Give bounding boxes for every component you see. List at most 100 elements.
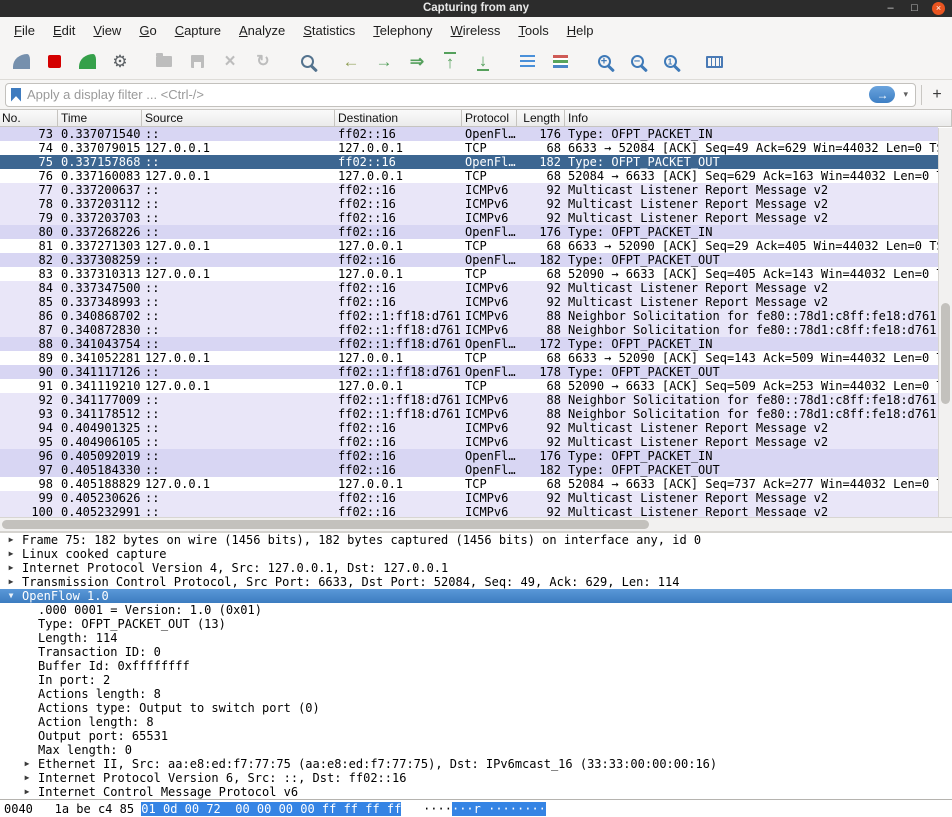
packet-row-77[interactable]: 77 0.337200637:: ff02::16 ICMPv6 92 Multicast… xyxy=(0,183,938,197)
packet-row-85[interactable]: 85 0.337348993:: ff02::16 ICMPv6 92 Multicast… xyxy=(0,295,938,309)
packet-row-94[interactable]: 94 0.404901325:: ff02::16 ICMPv6 92 Multicast… xyxy=(0,421,938,435)
expand-icon[interactable]: ▶ xyxy=(5,533,17,547)
detail-row[interactable]: Actions type: Output to switch port (0) xyxy=(0,701,952,715)
packet-row-76[interactable]: 76 0.337160083 127.0.0.1 127.0.0.1 TCP 68 5208… xyxy=(0,169,938,183)
packet-row-75[interactable]: 75 0.337157868:: ff02::16 OpenFl… 182 Type: O… xyxy=(0,155,938,169)
detail-row[interactable]: ▼ OpenFlow 1.0 xyxy=(0,589,952,603)
find-packet-button[interactable] xyxy=(292,48,322,76)
packet-row-78[interactable]: 78 0.337203112:: ff02::16 ICMPv6 92 Multicast… xyxy=(0,197,938,211)
detail-row[interactable]: ▶ Transmission Control Protocol, Src Port… xyxy=(0,575,952,589)
menu-tools[interactable]: Tools xyxy=(509,18,557,44)
packet-row-96[interactable]: 96 0.405092019:: ff02::16 OpenFl… 176 Type: O… xyxy=(0,449,938,463)
resize-columns-button[interactable] xyxy=(699,48,729,76)
column-header-no[interactable]: No. xyxy=(0,110,58,126)
bookmark-icon[interactable] xyxy=(11,87,21,102)
detail-row[interactable]: ▶ Frame 75: 182 bytes on wire (1456 bits)… xyxy=(0,533,952,547)
go-to-top-button[interactable] xyxy=(435,48,465,76)
packet-row-83[interactable]: 83 0.337310313 127.0.0.1 127.0.0.1 TCP 68 5209… xyxy=(0,267,938,281)
packet-row-98[interactable]: 98 0.405188829 127.0.0.1 127.0.0.1 TCP 68 5208… xyxy=(0,477,938,491)
zoom-original-button[interactable] xyxy=(655,48,685,76)
packet-row-91[interactable]: 91 0.341119210 127.0.0.1 127.0.0.1 TCP 68 5209… xyxy=(0,379,938,393)
column-header-length[interactable]: Length xyxy=(517,110,565,126)
packet-row-99[interactable]: 99 0.405230626:: ff02::16 ICMPv6 92 Multicast… xyxy=(0,491,938,505)
detail-row[interactable]: ▶ Linux cooked capture xyxy=(0,547,952,561)
go-forward-button[interactable] xyxy=(369,48,399,76)
packet-row-88[interactable]: 88 0.341043754:: ff02::1:ff18:d761 OpenFl… 1… xyxy=(0,337,938,351)
column-header-destination[interactable]: Destination xyxy=(335,110,462,126)
detail-row[interactable]: Actions length: 8 xyxy=(0,687,952,701)
start-capture-button[interactable] xyxy=(6,48,36,76)
stop-capture-button[interactable] xyxy=(39,48,69,76)
collapse-icon[interactable]: ▼ xyxy=(5,589,17,603)
menu-file[interactable]: File xyxy=(5,18,44,44)
packet-row-92[interactable]: 92 0.341177009:: ff02::1:ff18:d761 ICMPv6 88… xyxy=(0,393,938,407)
display-filter-field[interactable] xyxy=(5,82,916,107)
detail-row[interactable]: In port: 2 xyxy=(0,673,952,687)
vertical-scrollbar-thumb[interactable] xyxy=(941,303,950,405)
detail-row[interactable]: Action length: 8 xyxy=(0,715,952,729)
packet-row-93[interactable]: 93 0.341178512:: ff02::1:ff18:d761 ICMPv6 88… xyxy=(0,407,938,421)
packet-row-73[interactable]: 73 0.337071540:: ff02::16 OpenFl… 176 Type: O… xyxy=(0,127,938,141)
maximize-button[interactable]: □ xyxy=(908,2,921,15)
add-filter-button[interactable]: + xyxy=(927,84,947,106)
horizontal-scrollbar[interactable] xyxy=(0,517,952,531)
expand-icon[interactable]: ▶ xyxy=(5,575,17,589)
go-back-button[interactable] xyxy=(336,48,366,76)
colorize-button[interactable] xyxy=(545,48,575,76)
packet-row-82[interactable]: 82 0.337308259:: ff02::16 OpenFl… 182 Type: O… xyxy=(0,253,938,267)
detail-row[interactable]: ▶ Internet Protocol Version 4, Src: 127.0… xyxy=(0,561,952,575)
packet-row-89[interactable]: 89 0.341052281 127.0.0.1 127.0.0.1 TCP 68 6633… xyxy=(0,351,938,365)
minimize-button[interactable]: – xyxy=(884,2,897,15)
detail-row[interactable]: Length: 114 xyxy=(0,631,952,645)
detail-row[interactable]: Transaction ID: 0 xyxy=(0,645,952,659)
packet-row-87[interactable]: 87 0.340872830:: ff02::1:ff18:d761 ICMPv6 88… xyxy=(0,323,938,337)
detail-row[interactable]: Type: OFPT_PACKET_OUT (13) xyxy=(0,617,952,631)
detail-row[interactable]: Output port: 65531 xyxy=(0,729,952,743)
titlebar[interactable]: Capturing from any – □ × xyxy=(0,0,952,17)
detail-row[interactable]: ▶ Ethernet II, Src: aa:e8:ed:f7:77:75 (aa… xyxy=(0,757,952,771)
go-to-bottom-button[interactable] xyxy=(468,48,498,76)
go-to-packet-button[interactable] xyxy=(402,48,432,76)
detail-row[interactable]: .000 0001 = Version: 1.0 (0x01) xyxy=(0,603,952,617)
close-file-button[interactable] xyxy=(215,48,245,76)
vertical-scrollbar[interactable] xyxy=(938,128,952,517)
detail-row[interactable]: ▶ Internet Control Message Protocol v6 xyxy=(0,785,952,799)
packet-row-97[interactable]: 97 0.405184330:: ff02::16 OpenFl… 182 Type: O… xyxy=(0,463,938,477)
packet-row-80[interactable]: 80 0.337268226:: ff02::16 OpenFl… 176 Type: O… xyxy=(0,225,938,239)
menu-go[interactable]: Go xyxy=(130,18,165,44)
menu-help[interactable]: Help xyxy=(558,18,603,44)
menu-wireless[interactable]: Wireless xyxy=(442,18,510,44)
capture-options-button[interactable] xyxy=(105,48,135,76)
expand-icon[interactable]: ▶ xyxy=(5,561,17,575)
expand-icon[interactable]: ▶ xyxy=(21,785,33,799)
column-header-time[interactable]: Time xyxy=(58,110,142,126)
zoom-out-button[interactable] xyxy=(622,48,652,76)
packet-row-90[interactable]: 90 0.341117126:: ff02::1:ff18:d761 OpenFl… 1… xyxy=(0,365,938,379)
restart-capture-button[interactable] xyxy=(72,48,102,76)
packet-row-100[interactable]: 100 0.405232991:: ff02::16 ICMPv6 92 Multicas… xyxy=(0,505,938,517)
menu-analyze[interactable]: Analyze xyxy=(230,18,294,44)
expand-icon[interactable]: ▶ xyxy=(21,757,33,771)
expand-icon[interactable]: ▶ xyxy=(5,547,17,561)
hex-row[interactable]: 0040 1a be c4 85 01 0d 00 72 00 00 00 00… xyxy=(4,802,948,816)
menu-view[interactable]: View xyxy=(84,18,130,44)
apply-filter-button[interactable] xyxy=(869,86,896,103)
menu-telephony[interactable]: Telephony xyxy=(364,18,441,44)
detail-row[interactable]: Max length: 0 xyxy=(0,743,952,757)
packet-row-79[interactable]: 79 0.337203703:: ff02::16 ICMPv6 92 Multicast… xyxy=(0,211,938,225)
detail-row[interactable]: ▶ Internet Protocol Version 6, Src: ::, D… xyxy=(0,771,952,785)
display-filter-input[interactable] xyxy=(27,87,864,102)
reload-button[interactable] xyxy=(248,48,278,76)
packet-row-95[interactable]: 95 0.404906105:: ff02::16 ICMPv6 92 Multicast… xyxy=(0,435,938,449)
menu-statistics[interactable]: Statistics xyxy=(294,18,364,44)
filter-dropdown-icon[interactable] xyxy=(901,89,910,100)
packet-row-74[interactable]: 74 0.337079015 127.0.0.1 127.0.0.1 TCP 68 6633… xyxy=(0,141,938,155)
menu-edit[interactable]: Edit xyxy=(44,18,84,44)
horizontal-scrollbar-thumb[interactable] xyxy=(2,520,650,529)
detail-row[interactable]: Buffer Id: 0xffffffff xyxy=(0,659,952,673)
column-header-source[interactable]: Source xyxy=(142,110,335,126)
expand-icon[interactable]: ▶ xyxy=(21,771,33,785)
close-button[interactable]: × xyxy=(932,2,945,15)
packet-row-86[interactable]: 86 0.340868702:: ff02::1:ff18:d761 ICMPv6 88… xyxy=(0,309,938,323)
column-header-protocol[interactable]: Protocol xyxy=(462,110,517,126)
